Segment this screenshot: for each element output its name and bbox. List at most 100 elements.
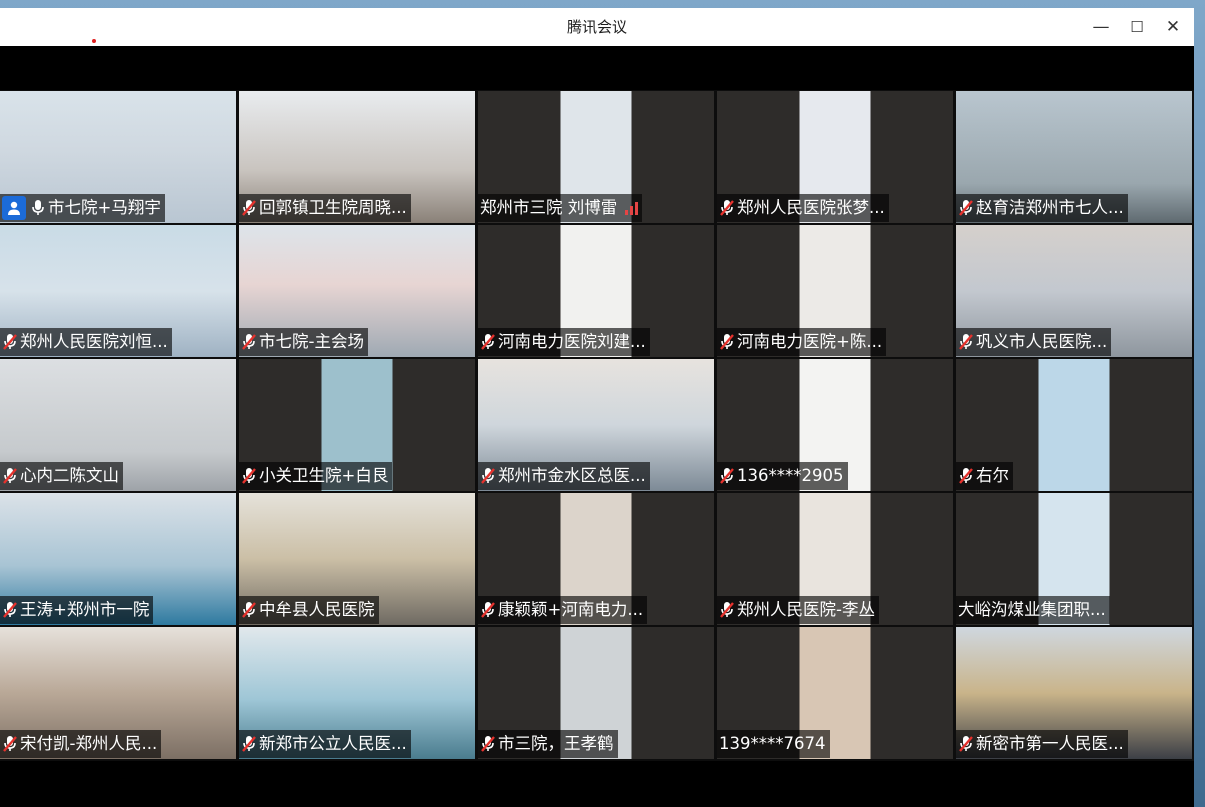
participant-tile[interactable]: 136****2905 <box>717 359 953 491</box>
participant-name: 赵育洁郑州市七人... <box>976 198 1124 217</box>
mic-muted-icon <box>720 468 734 484</box>
participant-name: 郑州人民医院张梦... <box>737 198 885 217</box>
participant-tile[interactable]: 郑州人民医院张梦... <box>717 91 953 223</box>
participant-name: 中牟县人民医院 <box>259 600 375 619</box>
minimize-button[interactable]: — <box>1088 14 1114 40</box>
participant-tile[interactable]: 心内二陈文山 <box>0 359 236 491</box>
participant-label: 郑州市金水区总医... <box>478 462 650 490</box>
participant-label: 郑州人民医院张梦... <box>717 194 889 222</box>
participant-label: 市三院，王孝鹤 <box>478 730 618 758</box>
participant-label: 139****7674 <box>717 730 830 758</box>
window-title: 腾讯会议 <box>566 18 627 36</box>
mic-muted-icon <box>3 736 17 752</box>
participant-tile[interactable]: 郑州人民医院-李丛 <box>717 493 953 625</box>
mic-muted-icon <box>242 602 256 618</box>
participant-tile[interactable]: 回郭镇卫生院周晓... <box>239 91 475 223</box>
participant-label: 大峪沟煤业集团职... <box>956 596 1110 624</box>
participant-tile[interactable]: 河南电力医院刘建... <box>478 225 714 357</box>
mic-muted-icon <box>959 200 973 216</box>
participant-name: 大峪沟煤业集团职... <box>958 600 1106 619</box>
mic-muted-icon <box>959 736 973 752</box>
bottom-toolbar <box>0 761 1194 807</box>
mic-muted-icon <box>242 334 256 350</box>
participant-tile[interactable]: 市七院+马翔宇 <box>0 91 236 223</box>
participant-label: 右尔 <box>956 462 1013 490</box>
participant-tile[interactable]: 河南电力医院+陈... <box>717 225 953 357</box>
participant-label: 新密市第一人民医... <box>956 730 1128 758</box>
close-button[interactable]: ✕ <box>1160 14 1186 40</box>
participant-label: 回郭镇卫生院周晓... <box>239 194 411 222</box>
participant-name: 回郭镇卫生院周晓... <box>259 198 407 217</box>
participant-name: 136****2905 <box>737 466 844 485</box>
participant-tile[interactable]: 康颖颖+河南电力... <box>478 493 714 625</box>
top-toolbar <box>0 46 1194 90</box>
status-dot <box>92 39 96 43</box>
mic-muted-icon <box>720 334 734 350</box>
mic-muted-icon <box>3 334 17 350</box>
participant-label: 河南电力医院刘建... <box>478 328 650 356</box>
participant-label: 郑州人民医院-李丛 <box>717 596 879 624</box>
participant-label: 中牟县人民医院 <box>239 596 379 624</box>
participant-name: 河南电力医院刘建... <box>498 332 646 351</box>
mic-muted-icon <box>3 468 17 484</box>
title-bar[interactable]: 腾讯会议 — ☐ ✕ <box>0 8 1194 46</box>
participant-label: 河南电力医院+陈... <box>717 328 887 356</box>
participant-name: 139****7674 <box>719 734 826 753</box>
participant-tile[interactable]: 郑州市金水区总医... <box>478 359 714 491</box>
mic-muted-icon <box>242 736 256 752</box>
participant-name: 新密市第一人民医... <box>976 734 1124 753</box>
participant-tile[interactable]: 新密市第一人民医... <box>956 627 1192 759</box>
mic-muted-icon <box>242 200 256 216</box>
network-signal-icon <box>625 201 639 215</box>
mic-muted-icon <box>959 468 973 484</box>
participant-tile[interactable]: 大峪沟煤业集团职... <box>956 493 1192 625</box>
participant-label: 郑州市三院 刘博雷 <box>478 194 643 222</box>
participant-tile[interactable]: 王涛+郑州市一院 <box>0 493 236 625</box>
participant-tile[interactable]: 郑州市三院 刘博雷 <box>478 91 714 223</box>
participant-label: 康颖颖+河南电力... <box>478 596 648 624</box>
participant-tile[interactable]: 小关卫生院+白艮 <box>239 359 475 491</box>
participant-tile[interactable]: 139****7674 <box>717 627 953 759</box>
participant-label: 心内二陈文山 <box>0 462 123 490</box>
participant-tile[interactable]: 市三院，王孝鹤 <box>478 627 714 759</box>
participant-label: 小关卫生院+白艮 <box>239 462 393 490</box>
participant-label: 郑州人民医院刘恒... <box>0 328 172 356</box>
host-person-icon <box>2 196 26 220</box>
participant-name: 新郑市公立人民医... <box>259 734 407 753</box>
participant-label: 宋付凯-郑州人民... <box>0 730 162 758</box>
participant-name: 市七院-主会场 <box>259 332 364 351</box>
participant-name: 心内二陈文山 <box>20 466 119 485</box>
mic-muted-icon <box>720 200 734 216</box>
mic-muted-icon <box>959 334 973 350</box>
participant-tile[interactable]: 宋付凯-郑州人民... <box>0 627 236 759</box>
mic-muted-icon <box>720 602 734 618</box>
participant-tile[interactable]: 郑州人民医院刘恒... <box>0 225 236 357</box>
participant-name: 小关卫生院+白艮 <box>259 466 389 485</box>
participant-tile[interactable]: 右尔 <box>956 359 1192 491</box>
participant-tile[interactable]: 新郑市公立人民医... <box>239 627 475 759</box>
meeting-window: 腾讯会议 — ☐ ✕ 市七院+马翔宇 回郭镇卫生院周晓... 郑州市三院 刘博雷 郑州… <box>0 8 1194 807</box>
participant-label: 市七院-主会场 <box>239 328 368 356</box>
participant-label: 136****2905 <box>717 462 848 490</box>
participant-tile[interactable]: 赵育洁郑州市七人... <box>956 91 1192 223</box>
participant-name: 河南电力医院+陈... <box>737 332 883 351</box>
participant-tile[interactable]: 中牟县人民医院 <box>239 493 475 625</box>
participant-label: 巩义市人民医院... <box>956 328 1112 356</box>
participant-name: 市三院，王孝鹤 <box>498 734 614 753</box>
participant-name: 右尔 <box>976 466 1009 485</box>
participant-name: 宋付凯-郑州人民... <box>20 734 158 753</box>
mic-muted-icon <box>242 468 256 484</box>
mic-on-icon <box>32 200 44 215</box>
video-grid: 市七院+马翔宇 回郭镇卫生院周晓... 郑州市三院 刘博雷 郑州人民医院张梦... 赵育… <box>0 91 1194 761</box>
participant-name: 郑州市三院 刘博雷 <box>480 198 618 217</box>
participant-name: 王涛+郑州市一院 <box>20 600 150 619</box>
maximize-button[interactable]: ☐ <box>1124 14 1150 40</box>
mic-muted-icon <box>481 334 495 350</box>
mic-muted-icon <box>3 602 17 618</box>
participant-name: 康颖颖+河南电力... <box>498 600 644 619</box>
participant-tile[interactable]: 市七院-主会场 <box>239 225 475 357</box>
participant-name: 郑州人民医院-李丛 <box>737 600 875 619</box>
mic-muted-icon <box>481 468 495 484</box>
participant-tile[interactable]: 巩义市人民医院... <box>956 225 1192 357</box>
participant-label: 新郑市公立人民医... <box>239 730 411 758</box>
